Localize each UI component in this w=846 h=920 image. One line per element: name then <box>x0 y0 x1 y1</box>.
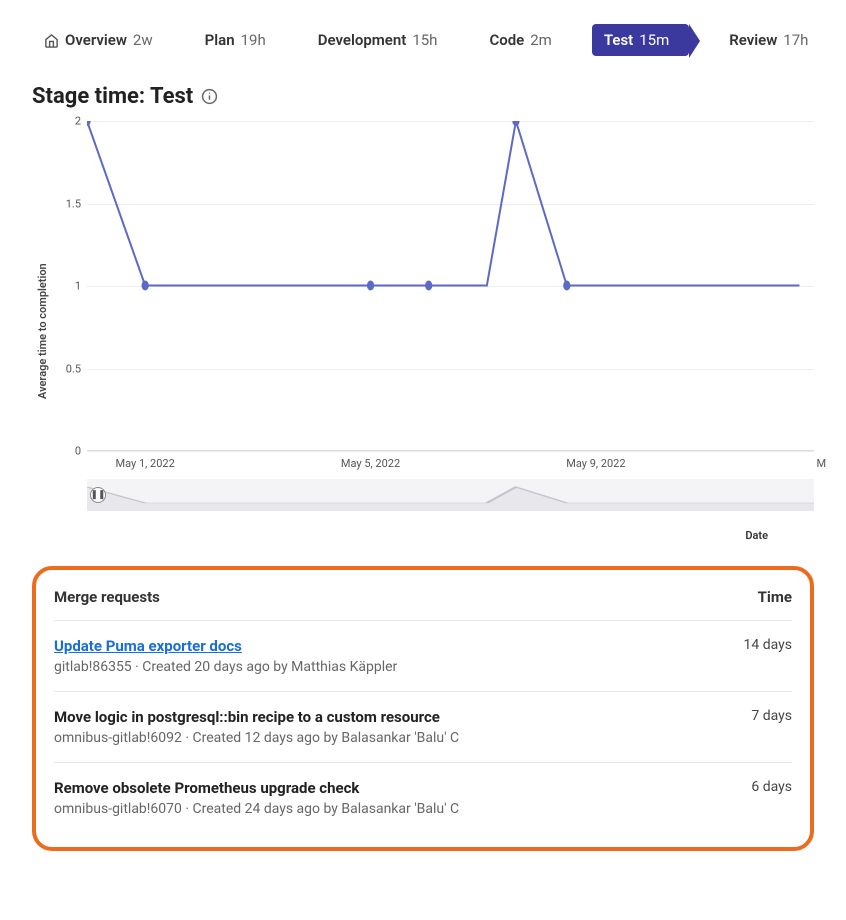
chart-xlabel: Date <box>49 529 814 542</box>
merge-request-row: Move logic in postgresql::bin recipe to … <box>54 691 792 762</box>
merge-request-row: Update Puma exporter docs gitlab!86355 · … <box>54 620 792 691</box>
tab-time: 15m <box>639 31 669 49</box>
merge-request-info: Move logic in postgresql::bin recipe to … <box>54 708 727 746</box>
chart-ylabel: Average time to completion <box>32 121 49 542</box>
home-icon <box>44 33 59 48</box>
tab-label: Overview <box>65 31 127 49</box>
ytick-label: 1.5 <box>53 197 81 210</box>
tab-plan[interactable]: Plan 19h <box>193 24 278 56</box>
xtick-label: May 1, 2022 <box>116 457 175 470</box>
tab-time: 2w <box>133 31 153 49</box>
merge-requests-header: Merge requests Time <box>54 576 792 620</box>
tab-label: Review <box>729 31 777 49</box>
merge-request-meta: gitlab!86355 · Created 20 days ago by Ma… <box>54 659 720 675</box>
merge-request-title[interactable]: Move logic in postgresql::bin recipe to … <box>54 708 727 726</box>
merge-request-time: 7 days <box>751 708 792 746</box>
tab-time: 19h <box>241 31 266 49</box>
merge-request-meta: omnibus-gitlab!6070 · Created 24 days ag… <box>54 801 727 817</box>
page-title-text: Stage time: Test <box>32 84 193 109</box>
merge-request-info: Update Puma exporter docs gitlab!86355 · … <box>54 637 720 675</box>
chart-line <box>87 121 814 450</box>
ytick-label: 0 <box>53 445 81 458</box>
tab-overview[interactable]: Overview 2w <box>32 24 165 56</box>
merge-request-title[interactable]: Update Puma exporter docs <box>54 637 720 655</box>
stage-tabs: Overview 2w Plan 19h Development 15h Code 2m Tes… <box>32 24 814 56</box>
merge-request-title[interactable]: Remove obsolete Prometheus upgrade check <box>54 779 727 797</box>
ytick-label: 2 <box>53 115 81 128</box>
ytick-label: 0.5 <box>53 362 81 375</box>
merge-request-time: 6 days <box>751 779 792 817</box>
tab-time: 15h <box>412 31 437 49</box>
scrubber-handle-icon[interactable]: ❚❚ <box>90 487 106 503</box>
info-icon[interactable] <box>201 88 218 105</box>
chart-xticks: May 1, 2022May 5, 2022May 9, 2022M <box>87 457 814 479</box>
merge-request-meta: omnibus-gitlab!6092 · Created 12 days ag… <box>54 730 727 746</box>
chart-plot-area[interactable]: 00.511.52 <box>87 121 814 451</box>
tab-review[interactable]: Review 17h <box>717 24 820 56</box>
tab-development[interactable]: Development 15h <box>306 24 450 56</box>
merge-requests-panel: Merge requests Time Update Puma exporter… <box>32 566 814 851</box>
tab-label: Test <box>604 31 633 49</box>
page-title: Stage time: Test <box>32 84 814 109</box>
mr-header-right: Time <box>758 588 792 606</box>
tab-label: Plan <box>205 31 235 49</box>
xtick-label: May 5, 2022 <box>341 457 400 470</box>
tab-time: 17h <box>783 31 808 49</box>
tab-time: 2m <box>530 31 552 49</box>
chart-plot: 00.511.52 May 1, 2022 May 5, 2022 May 9, 2… <box>49 121 814 542</box>
tab-test[interactable]: Test 15m <box>592 24 689 56</box>
xtick-label: May 9, 2022 <box>566 457 625 470</box>
chart-scrubber[interactable]: ❚❚ <box>87 479 814 511</box>
merge-request-time: 14 days <box>744 637 792 675</box>
tab-label: Code <box>489 31 524 49</box>
merge-request-info: Remove obsolete Prometheus upgrade check… <box>54 779 727 817</box>
merge-request-row: Remove obsolete Prometheus upgrade check… <box>54 762 792 833</box>
xtick-label: M <box>816 457 826 470</box>
tab-code[interactable]: Code 2m <box>477 24 563 56</box>
tab-label: Development <box>318 31 407 49</box>
stage-time-chart: Average time to completion 00.511.52 May… <box>32 121 814 542</box>
merge-requests-list: Update Puma exporter docs gitlab!86355 · … <box>54 620 792 833</box>
gridline <box>87 451 814 452</box>
ytick-label: 1 <box>53 280 81 293</box>
mr-header-left: Merge requests <box>54 588 160 606</box>
